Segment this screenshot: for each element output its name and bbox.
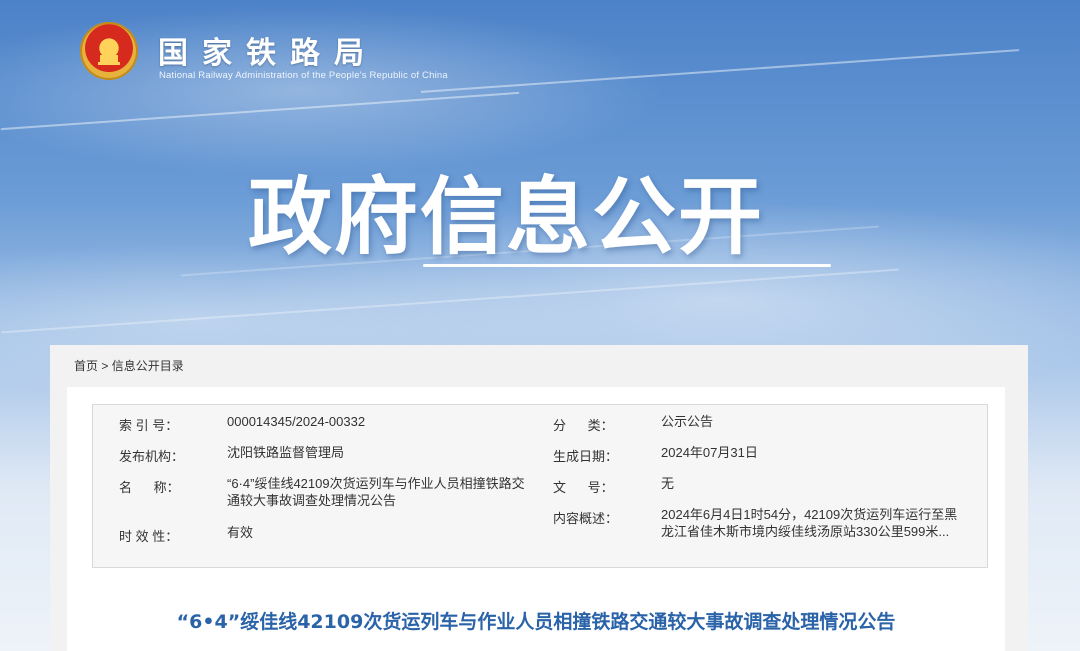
document-meta-box: 索 引 号： 000014345/2024-00332 分 类： 公示公告 发布… (92, 404, 988, 568)
doc-number-value: 无 (661, 476, 675, 491)
date-label: 生成日期： (553, 449, 619, 464)
index-label: 索 引 号： (119, 418, 179, 433)
breadcrumb: 首页 > 信息公开目录 (74, 357, 184, 374)
banner-title: 政府信息公开 (248, 168, 765, 266)
issuer-label: 发布机构： (119, 449, 185, 464)
breadcrumb-home-link[interactable]: 首页 (74, 359, 98, 373)
banner-underline (423, 264, 831, 267)
sky-streak (0, 91, 520, 131)
name-label: 名 称： (119, 480, 180, 495)
main-panel: 首页 > 信息公开目录 索 引 号： 000014345/2024-00332 … (50, 345, 1028, 651)
breadcrumb-separator: > (98, 359, 112, 373)
content-area: 索 引 号： 000014345/2024-00332 分 类： 公示公告 发布… (67, 387, 1005, 651)
org-name-cn[interactable]: 国家铁路局 (158, 28, 378, 72)
article-title: “6•4”绥佳线42109次货运列车与作业人员相撞铁路交通较大事故调查处理情况公… (176, 611, 896, 633)
issuer-value: 沈阳铁路监督管理局 (227, 445, 345, 460)
category-value: 公示公告 (661, 414, 714, 429)
index-value: 000014345/2024-00332 (227, 414, 366, 429)
org-name-en: National Railway Administration of the P… (159, 70, 448, 81)
doc-number-label: 文 号： (553, 480, 614, 495)
summary-label: 内容概述： (553, 511, 619, 526)
name-value: “6·4”绥佳线42109次货运列车与作业人员相撞铁路交通较大事故调查处理情况公… (227, 476, 525, 508)
category-label: 分 类： (553, 418, 614, 433)
sky-streak (420, 49, 1020, 93)
breadcrumb-current-link[interactable]: 信息公开目录 (112, 359, 184, 373)
validity-value: 有效 (227, 525, 254, 540)
validity-label: 时 效 性： (119, 529, 179, 544)
national-emblem-icon[interactable] (80, 22, 138, 80)
sky-streak (1, 268, 899, 334)
summary-value: 2024年6月4日1时54分，42109次货运列车运行至黑龙江省佳木斯市境内绥佳… (661, 507, 958, 539)
date-value: 2024年07月31日 (661, 445, 758, 460)
